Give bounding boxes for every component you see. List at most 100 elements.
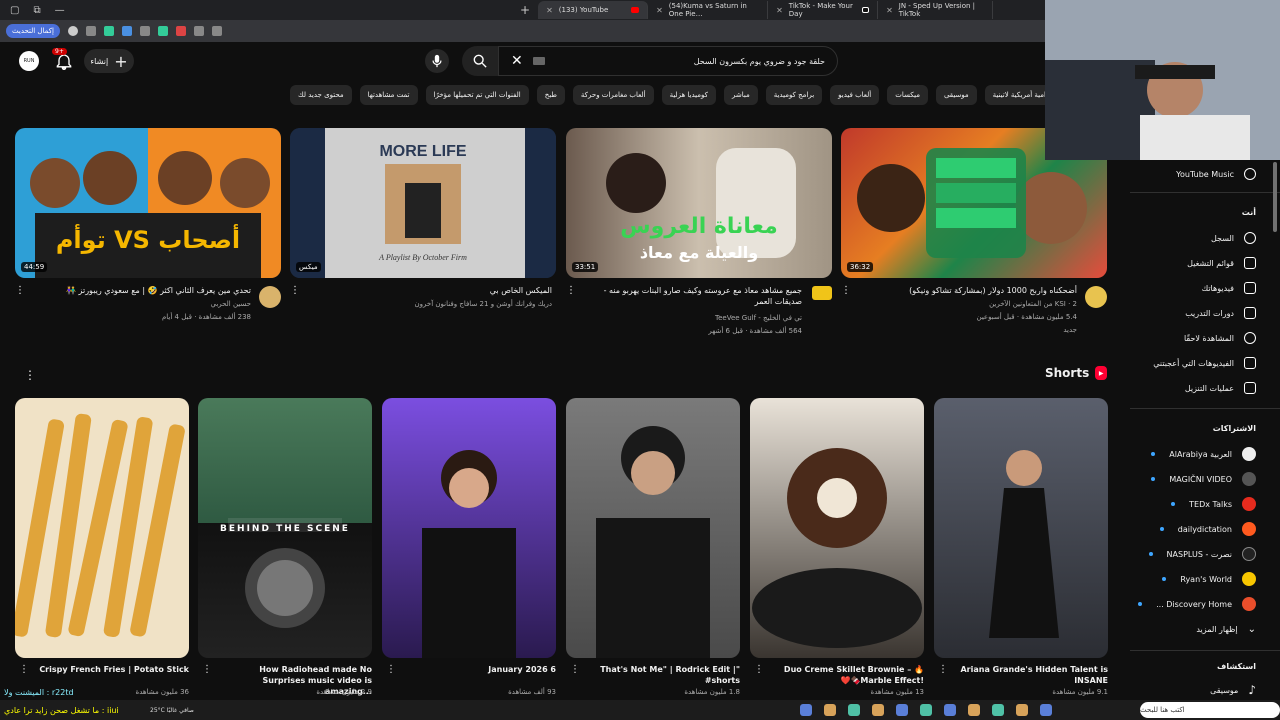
window-button[interactable]: —: [55, 5, 65, 16]
section-you[interactable]: أنت: [1242, 208, 1256, 217]
section-subscriptions[interactable]: الاشتراكات: [1213, 424, 1256, 433]
video-thumbnail[interactable]: معاناة العروس والعيلة مع معاذ 33:51: [566, 128, 832, 278]
short-thumbnail[interactable]: [15, 398, 189, 658]
taskbar-search[interactable]: اكتب هنا للبحث: [1140, 702, 1280, 718]
mic-icon[interactable]: [425, 49, 449, 73]
short-thumbnail[interactable]: [750, 398, 924, 658]
video-channel[interactable]: دريك وفرانك أوشن و 21 سافاج وفنانون آخرو…: [322, 300, 552, 308]
more-options-icon[interactable]: ⋮: [386, 664, 396, 675]
video-thumbnail[interactable]: توأم VS أصحاب 44:59: [15, 128, 281, 278]
extension-icon[interactable]: [193, 26, 204, 36]
channel-avatar[interactable]: [1085, 286, 1107, 308]
app-icon[interactable]: [872, 704, 884, 716]
extension-icon[interactable]: [157, 26, 168, 36]
sidebar-item-watch-later[interactable]: المشاهدة لاحقًا: [1184, 326, 1256, 350]
close-icon[interactable]: ✕: [776, 6, 783, 15]
sidebar-item-downloads[interactable]: عمليات التنزيل: [1185, 376, 1256, 400]
more-options-icon[interactable]: ⋮: [754, 664, 764, 675]
chip[interactable]: تمت مشاهدتها: [359, 85, 418, 105]
more-options-icon[interactable]: ⋮: [290, 285, 300, 296]
video-title[interactable]: جميع مشاهد معاذ مع عروسته وكيف صارو البن…: [582, 285, 802, 307]
app-icon[interactable]: [824, 704, 836, 716]
extension-icon[interactable]: [121, 26, 132, 36]
video-channel[interactable]: حسين الحربي: [21, 300, 251, 308]
search-button[interactable]: [462, 46, 498, 76]
sidebar-channel[interactable]: dailydictation: [1159, 517, 1256, 541]
video-channel[interactable]: KSI · 2 من المتعاونين الآخرين: [847, 300, 1077, 308]
short-title[interactable]: January 2026 6: [406, 664, 556, 675]
short-card[interactable]: January 2026 6 93 ألف مشاهدة ⋮: [382, 398, 556, 696]
tab-tiktok[interactable]: ✕ TikTok - Make Your Day: [768, 1, 879, 19]
channel-avatar[interactable]: [259, 286, 281, 308]
more-options-icon[interactable]: ⋮: [15, 285, 25, 296]
video-thumbnail[interactable]: MORE LIFE A Playlist By October Firm ميك…: [290, 128, 556, 278]
app-icon[interactable]: [896, 704, 908, 716]
video-channel[interactable]: تي في الخليج - TeeVee Gulf: [572, 314, 802, 322]
short-title[interactable]: Ariana Grande's Hidden Talent is INSANE: [958, 664, 1108, 686]
sidebar-item-your-videos[interactable]: فيديوهاتك: [1202, 276, 1256, 300]
short-card[interactable]: Ariana Grande's Hidden Talent is INSANE …: [934, 398, 1108, 696]
chip[interactable]: برامج كوميدية: [765, 85, 823, 105]
whatsapp-icon[interactable]: [103, 26, 114, 36]
close-icon[interactable]: ✕: [656, 6, 663, 15]
sidebar-channel[interactable]: العربية AlArabiya: [1151, 442, 1256, 466]
more-options-icon[interactable]: ⋮: [566, 285, 576, 296]
sidebar-channel[interactable]: TEDx Talks: [1171, 492, 1256, 516]
tab-onepiece[interactable]: ✕ (54)Kuma vs Saturn in One Pie…: [648, 1, 769, 19]
shorts-more-icon[interactable]: ⋮: [24, 368, 36, 382]
app-icon[interactable]: [1016, 704, 1028, 716]
window-button[interactable]: ⧉: [33, 5, 40, 16]
short-thumbnail[interactable]: [934, 398, 1108, 658]
more-options-icon[interactable]: ⋮: [841, 285, 851, 296]
chip[interactable]: موسيقى: [935, 85, 977, 105]
close-icon[interactable]: ✕: [886, 6, 893, 15]
more-options-icon[interactable]: ⋮: [570, 664, 580, 675]
sidebar-item-history[interactable]: السجل: [1211, 226, 1256, 250]
short-card[interactable]: That's Not Me" | Rodrick Edit |" #shorts…: [566, 398, 740, 696]
short-title[interactable]: That's Not Me" | Rodrick Edit |" #shorts: [590, 664, 740, 686]
chip[interactable]: ميكسات: [887, 85, 928, 105]
app-icon[interactable]: [848, 704, 860, 716]
chip[interactable]: ألعاب فيديو: [830, 85, 880, 105]
short-title[interactable]: Duo Creme Skillet Brownie – 🔥❤️🍫Marble E…: [774, 664, 924, 686]
create-button[interactable]: إنشاء +: [84, 49, 134, 73]
tab-tiktok-2[interactable]: ✕ JN - Sped Up Version | TikTok: [878, 1, 994, 19]
video-title[interactable]: الميكس الخاص بي: [332, 285, 552, 296]
new-tab-button[interactable]: +: [520, 3, 538, 17]
chip[interactable]: كوميديا هزلية: [661, 85, 716, 105]
avatar[interactable]: RUN: [19, 51, 39, 71]
short-card[interactable]: Duo Creme Skillet Brownie – 🔥❤️🍫Marble E…: [750, 398, 924, 696]
extension-icon[interactable]: [175, 26, 186, 36]
sidebar-scrollbar[interactable]: [1273, 162, 1277, 232]
channel-avatar[interactable]: [812, 286, 832, 300]
chip[interactable]: ألعاب مغامرات وحركة: [572, 85, 654, 105]
short-thumbnail[interactable]: [566, 398, 740, 658]
sidebar-channel[interactable]: Ryan's World: [1162, 567, 1256, 591]
update-button[interactable]: إكمال التحديث: [6, 24, 60, 38]
clear-search-icon[interactable]: ✕: [511, 53, 523, 69]
sidebar-item-liked[interactable]: الفيديوهات التي أعجبتني: [1153, 351, 1256, 375]
app-icon[interactable]: [992, 704, 1004, 716]
extension-icon[interactable]: [139, 26, 150, 36]
close-icon[interactable]: ✕: [546, 6, 553, 15]
search-input[interactable]: ✕ حلقة جود و ضروي يوم بكسرون السحل: [498, 46, 838, 76]
sidebar-channel[interactable]: MAGIČNI VIDEO: [1151, 467, 1256, 491]
sidebar-channel[interactable]: نصرت - NASPLUS: [1148, 542, 1256, 566]
more-options-icon[interactable]: ⋮: [202, 664, 212, 675]
weather-widget[interactable]: 25°C صافي غالبًا: [150, 707, 220, 714]
sidebar-channel[interactable]: Discovery Home ...: [1138, 592, 1256, 616]
app-icon[interactable]: [800, 704, 812, 716]
sidebar-item-youtube-music[interactable]: YouTube Music: [1176, 162, 1256, 186]
sidebar-item-playlists[interactable]: قوائم التشغيل: [1187, 251, 1256, 275]
video-title[interactable]: أضحكناه واربح 1000 دولار (بمشاركة تشاكو …: [857, 285, 1077, 296]
tab-youtube[interactable]: ✕ (133) YouTube: [538, 1, 649, 19]
short-title[interactable]: Crispy French Fries | Potato Stick: [39, 664, 189, 675]
extension-icon[interactable]: [85, 26, 96, 36]
chip[interactable]: الفنوات التي تم تحميلها مؤخرًا: [425, 85, 529, 105]
short-thumbnail[interactable]: [382, 398, 556, 658]
video-title[interactable]: تحدي مين يعرف الثاني اكثر 🤣 | مع سعودي ر…: [31, 285, 251, 296]
keyboard-icon[interactable]: [532, 57, 545, 65]
chip[interactable]: طبخ: [536, 85, 565, 105]
chip[interactable]: مباشر: [723, 85, 758, 105]
more-options-icon[interactable]: ⋮: [938, 664, 948, 675]
